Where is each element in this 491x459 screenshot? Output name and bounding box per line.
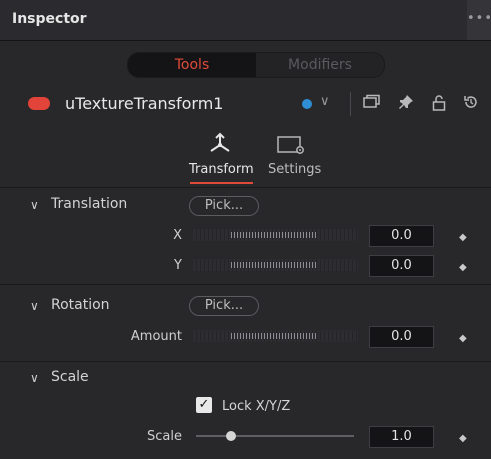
tab-transform[interactable]: Transform [189, 162, 254, 177]
tab-settings[interactable]: Settings [268, 162, 321, 177]
scale-slider-track[interactable] [196, 435, 354, 437]
versions-icon[interactable] [363, 94, 381, 114]
x-slider[interactable] [193, 229, 358, 241]
x-label: X [173, 228, 182, 243]
reset-icon[interactable] [463, 94, 479, 114]
rotation-header[interactable]: Rotation [51, 297, 110, 313]
scale-header[interactable]: Scale [51, 369, 89, 385]
lock-icon[interactable] [432, 94, 446, 115]
x-keyframe-icon[interactable]: ◆ [459, 232, 467, 243]
divider [350, 92, 351, 116]
tools-modifiers-switch: Tools Modifiers [127, 52, 385, 78]
amount-value-field[interactable]: 0.0 [369, 326, 434, 348]
scale-label: Scale [147, 429, 182, 444]
settings-icon[interactable] [277, 136, 307, 160]
chevron-down-icon[interactable]: ∨ [30, 198, 39, 212]
scale-slider-thumb[interactable] [225, 431, 236, 441]
amount-slider[interactable] [193, 330, 358, 342]
amount-label: Amount [130, 329, 182, 344]
tab-tools[interactable]: Tools [128, 53, 256, 77]
y-label: Y [174, 258, 182, 273]
pin-icon[interactable] [398, 94, 414, 114]
tab-modifiers[interactable]: Modifiers [256, 53, 384, 77]
node-name: uTextureTransform1 [65, 94, 224, 113]
version-color-dot[interactable] [302, 99, 312, 109]
y-keyframe-icon[interactable]: ◆ [459, 262, 467, 273]
translation-pick-button[interactable]: Pick... [189, 196, 259, 216]
panel-title: Inspector [12, 11, 87, 27]
chevron-down-icon[interactable]: ∨ [320, 94, 330, 109]
subtab-bar [0, 127, 491, 188]
lock-xyz-checkbox[interactable]: ✓ [196, 397, 212, 413]
amount-keyframe-icon[interactable]: ◆ [459, 333, 467, 344]
lock-xyz-label: Lock X/Y/Z [222, 399, 291, 414]
active-tab-indicator [190, 182, 253, 184]
x-value-field[interactable]: 0.0 [369, 225, 434, 247]
scale-keyframe-icon[interactable]: ◆ [459, 433, 467, 444]
y-value-field[interactable]: 0.0 [369, 255, 434, 277]
y-slider[interactable] [193, 259, 358, 271]
rotation-pick-button[interactable]: Pick... [189, 296, 259, 316]
translation-header[interactable]: Translation [51, 196, 127, 212]
node-enable-toggle[interactable] [28, 97, 50, 110]
chevron-down-icon[interactable]: ∨ [30, 371, 39, 385]
more-options-button[interactable]: ••• [467, 0, 491, 40]
scale-value-field[interactable]: 1.0 [369, 426, 434, 448]
inspector-header: Inspector ••• [0, 0, 491, 41]
chevron-down-icon[interactable]: ∨ [30, 299, 39, 313]
transform-icon[interactable] [206, 132, 234, 160]
